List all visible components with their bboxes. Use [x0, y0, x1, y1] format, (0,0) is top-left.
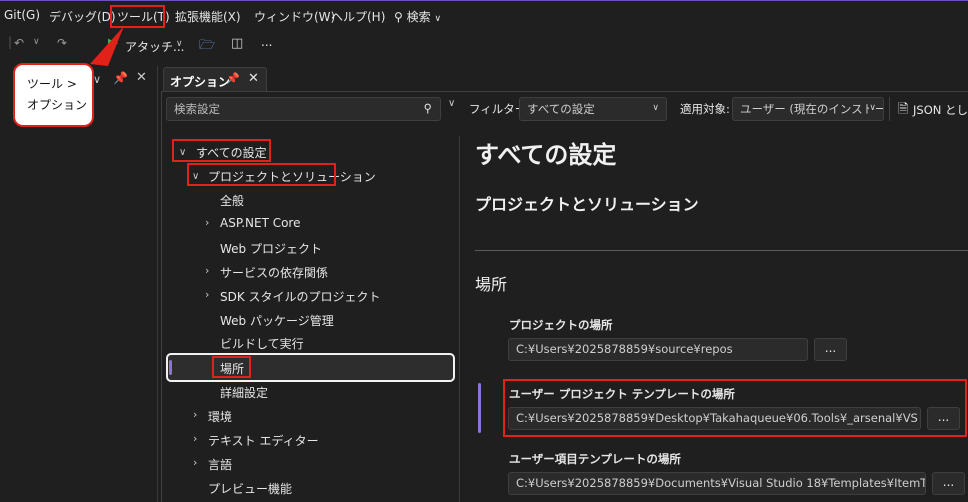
tree-item-text-editor[interactable]: テキスト エディター	[208, 432, 319, 449]
json-button-label: JSON として	[913, 103, 968, 117]
modified-indicator	[478, 383, 481, 433]
section-title-locations: 場所	[475, 275, 508, 294]
panel-splitter[interactable]	[459, 136, 460, 502]
user-project-template-input[interactable]: C:¥Users¥2025878859¥Desktop¥Takahaqueue¥…	[508, 407, 921, 430]
project-location-label: プロジェクトの場所	[509, 318, 613, 332]
options-panel: 検索設定 ⚲ ∨ フィルター: すべての設定 ∨ 適用対象: ユーザー (現在の…	[161, 91, 968, 502]
search-menu[interactable]: ⚲ 検索 ∨	[394, 8, 441, 25]
tree-item-advanced[interactable]: 詳細設定	[220, 384, 268, 401]
all-settings-highlight	[172, 139, 271, 162]
toolbar-grip: |	[8, 35, 13, 49]
search-menu-label: 検索	[406, 10, 431, 24]
user-project-template-browse-button[interactable]: ...	[927, 407, 960, 430]
chevron-down-icon[interactable]: ∨	[448, 98, 455, 109]
chevron-down-icon[interactable]: ∨	[93, 73, 101, 86]
filter-select[interactable]: すべての設定 ∨	[519, 97, 667, 121]
page-title: すべての設定	[475, 141, 617, 169]
tree-item-general[interactable]: 全般	[220, 192, 244, 209]
close-icon[interactable]: ✕	[136, 70, 147, 85]
selection-indicator	[169, 360, 172, 375]
chevron-right-icon[interactable]: ›	[205, 288, 209, 301]
chevron-right-icon[interactable]: ›	[205, 264, 209, 277]
menu-window[interactable]: ウィンドウ(W)	[254, 8, 335, 25]
chevron-right-icon[interactable]: ›	[193, 432, 197, 445]
search-icon: ⚲	[423, 101, 432, 115]
tree-item-web-projects[interactable]: Web プロジェクト	[220, 240, 322, 257]
section-divider	[475, 250, 968, 251]
user-item-template-input[interactable]: C:¥Users¥2025878859¥Documents¥Visual Stu…	[508, 472, 926, 495]
locations-highlight	[212, 356, 251, 378]
chevron-down-icon: ∨	[652, 103, 659, 113]
menu-extensions[interactable]: 拡張機能(X)	[175, 8, 241, 25]
tree-item-languages[interactable]: 言語	[208, 456, 232, 473]
annotation-callout: ツール > オプション	[13, 63, 94, 127]
chevron-down-icon: ∨	[434, 14, 442, 24]
toolbar: | ↶ ∨ ↷ ▶ アタッチ... ∨ 🗁 ◫ ...	[0, 32, 280, 60]
chevron-right-icon[interactable]: ›	[205, 216, 209, 229]
user-project-template-label: ユーザー プロジェクト テンプレートの場所	[509, 387, 735, 401]
chevron-down-icon: ∨	[176, 39, 183, 49]
toolbar-separator	[889, 97, 890, 121]
menu-debug[interactable]: デバッグ(D)	[49, 8, 116, 25]
scope-label: 適用対象:	[680, 102, 730, 116]
pin-icon[interactable]: 📌	[226, 72, 240, 85]
close-icon[interactable]: ✕	[248, 71, 259, 86]
pin-icon[interactable]: 📌	[113, 71, 128, 85]
scope-select-value: ユーザー (現在のインストー	[740, 102, 884, 116]
page-subtitle: プロジェクトとソリューション	[475, 195, 699, 214]
filter-select-value: すべての設定	[527, 102, 595, 116]
tree-item-preview-features[interactable]: プレビュー機能	[208, 480, 292, 497]
scope-select[interactable]: ユーザー (現在のインストー ∨	[732, 97, 884, 121]
tree-item-sdk-style-projects[interactable]: SDK スタイルのプロジェクト	[220, 288, 381, 305]
tree-item-build-and-run[interactable]: ビルドして実行	[220, 335, 304, 352]
folder-search-icon[interactable]: 🗁	[199, 36, 215, 58]
json-button[interactable]: 🗎 JSON として	[896, 97, 968, 121]
tree-item-aspnet-core[interactable]: ASP.NET Core	[220, 216, 300, 230]
chevron-right-icon[interactable]: ›	[193, 408, 197, 421]
tree-item-locations-selected[interactable]	[166, 353, 455, 382]
menu-help[interactable]: ヘルプ(H)	[331, 8, 385, 25]
window-icon[interactable]: ◫	[231, 36, 243, 51]
left-dock-panel: ∨ 📌 ✕	[0, 66, 157, 502]
callout-line-1: ツール >	[27, 77, 77, 91]
toolbar-more-button[interactable]: ...	[261, 35, 272, 49]
tree-item-web-package-management[interactable]: Web パッケージ管理	[220, 312, 334, 329]
project-location-browse-button[interactable]: ...	[814, 338, 847, 361]
json-file-icon: 🗎	[898, 102, 909, 117]
tree-item-service-dependencies[interactable]: サービスの依存関係	[220, 264, 328, 281]
tab-options-label: オプション	[170, 75, 231, 89]
tab-options[interactable]: オプション 📌 ✕	[163, 67, 267, 92]
user-item-template-label: ユーザー項目テンプレートの場所	[509, 452, 681, 466]
menu-git[interactable]: Git(G)	[4, 8, 40, 22]
undo-icon[interactable]: ↶	[14, 36, 24, 50]
tree-item-environment[interactable]: 環境	[208, 408, 232, 425]
project-location-input[interactable]: C:¥Users¥2025878859¥source¥repos	[508, 338, 808, 361]
callout-line-2: オプション	[27, 98, 88, 112]
chevron-down-icon: ∨	[869, 103, 876, 113]
search-settings-placeholder: 検索設定	[174, 102, 220, 116]
dock-divider[interactable]	[157, 66, 158, 502]
chevron-down-icon[interactable]: ∨	[33, 37, 40, 47]
user-item-template-browse-button[interactable]: ...	[932, 472, 965, 495]
search-settings-input[interactable]: 検索設定 ⚲	[166, 97, 441, 121]
projects-solutions-highlight	[187, 163, 336, 186]
search-icon: ⚲	[394, 10, 403, 24]
chevron-right-icon[interactable]: ›	[193, 456, 197, 469]
